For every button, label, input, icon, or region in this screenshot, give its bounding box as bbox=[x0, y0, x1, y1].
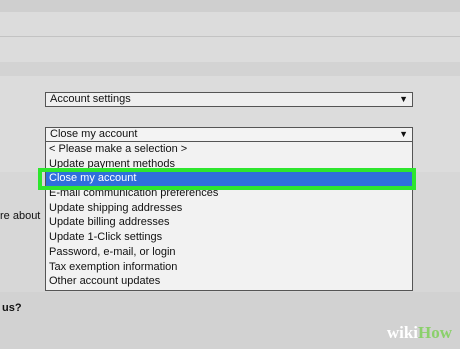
side-label: re about bbox=[0, 210, 41, 222]
option-please-make-selection[interactable]: < Please make a selection > bbox=[46, 142, 412, 157]
highlight-annotation-box bbox=[38, 168, 416, 190]
brand-part-2: How bbox=[418, 323, 452, 342]
option-other-account-updates[interactable]: Other account updates bbox=[46, 274, 412, 289]
option-update-1-click-settings[interactable]: Update 1-Click settings bbox=[46, 230, 412, 245]
triangle-down-icon: ▼ bbox=[399, 94, 408, 104]
issue-dropdown-list: < Please make a selection > Update payme… bbox=[45, 142, 413, 291]
option-update-billing-addresses[interactable]: Update billing addresses bbox=[46, 215, 412, 230]
brand-logo: wikiHow bbox=[387, 323, 452, 343]
divider bbox=[0, 36, 460, 37]
section-header-band bbox=[0, 62, 460, 76]
option-password-email-login[interactable]: Password, e-mail, or login bbox=[46, 245, 412, 260]
option-tax-exemption-information[interactable]: Tax exemption information bbox=[46, 260, 412, 275]
account-settings-dropdown[interactable]: Account settings ▼ bbox=[45, 92, 413, 107]
top-band bbox=[0, 0, 460, 12]
question-label: us? bbox=[2, 302, 22, 314]
triangle-down-icon: ▼ bbox=[399, 129, 408, 139]
issue-dropdown-value: Close my account bbox=[50, 128, 138, 140]
issue-dropdown[interactable]: Close my account ▼ bbox=[45, 127, 413, 142]
brand-part-1: wiki bbox=[386, 323, 418, 342]
option-update-shipping-addresses[interactable]: Update shipping addresses bbox=[46, 201, 412, 216]
account-settings-dropdown-value: Account settings bbox=[50, 93, 131, 105]
